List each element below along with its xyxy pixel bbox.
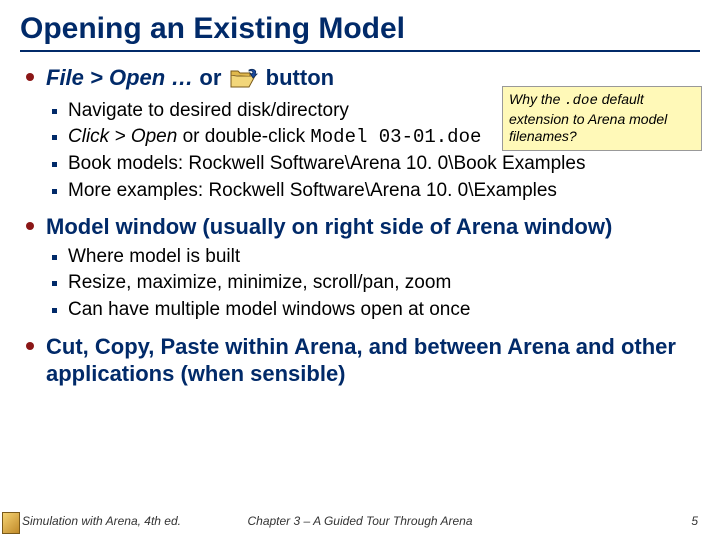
callout-text-pre: Why the — [509, 91, 564, 107]
callout-note: Why the .doe default extension to Arena … — [502, 86, 702, 151]
b1-s2-mid: or double-click — [177, 126, 310, 147]
bullet-2-subs: Where model is built Resize, maximize, m… — [46, 245, 700, 323]
bullet-1-headline: File > Open … or button — [46, 65, 334, 90]
b1-s2-pre: Click > Open — [68, 126, 177, 147]
b2-s1: Where model is built — [46, 245, 700, 270]
b1-or: or — [199, 65, 221, 90]
book-thumbnail-icon — [2, 512, 20, 534]
slide-title: Opening an Existing Model — [20, 12, 700, 46]
bullet-3: Cut, Copy, Paste within Arena, and betwe… — [20, 333, 700, 388]
callout-ext: .doe — [564, 93, 598, 109]
b1-button: button — [266, 65, 334, 90]
file-open-icon — [230, 67, 258, 95]
footer-chapter: Chapter 3 – A Guided Tour Through Arena — [247, 514, 472, 528]
b2-s3: Can have multiple model windows open at … — [46, 298, 700, 323]
title-divider — [20, 50, 700, 52]
bullet-3-headline: Cut, Copy, Paste within Arena, and betwe… — [46, 334, 676, 387]
footer: Simulation with Arena, 4th ed. Chapter 3… — [0, 514, 720, 534]
bullet-2: Model window (usually on right side of A… — [20, 213, 700, 323]
b1-s4: More examples: Rockwell Software\Arena 1… — [46, 179, 700, 204]
b2-s2: Resize, maximize, minimize, scroll/pan, … — [46, 271, 700, 296]
b1-s2-mono: Model 03-01.doe — [310, 126, 481, 148]
bullet-2-headline: Model window (usually on right side of A… — [46, 214, 612, 239]
slide: Opening an Existing Model Why the .doe d… — [0, 0, 720, 540]
footer-book: Simulation with Arena, 4th ed. — [22, 514, 181, 528]
footer-page: 5 — [691, 514, 698, 528]
b1-file-open: File > Open … — [46, 65, 199, 90]
b1-s3: Book models: Rockwell Software\Arena 10.… — [46, 152, 700, 177]
